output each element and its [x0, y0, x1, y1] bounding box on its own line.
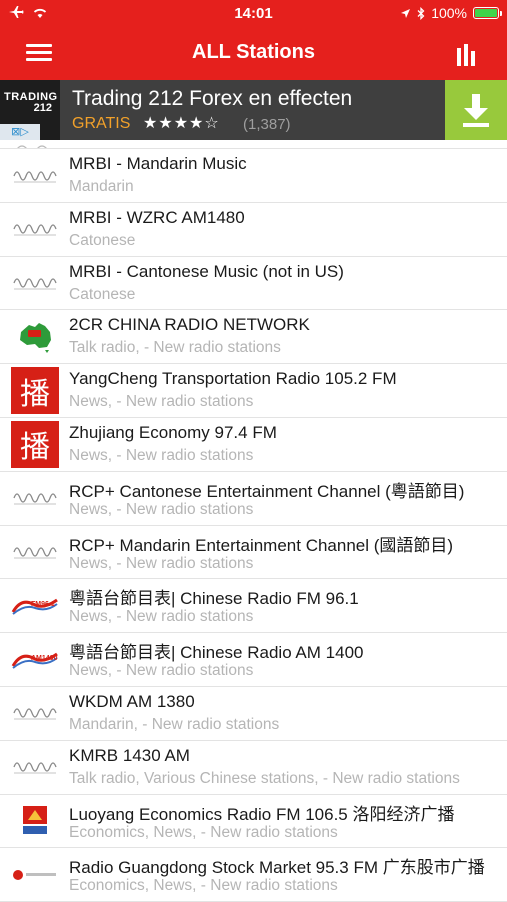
station-row[interactable]: AM1400 粵語台節目表| Chinese Radio AM 1400 News,…: [0, 633, 507, 687]
station-genre: News, - New radio stations: [69, 608, 254, 626]
station-rows: MRBI - Mandarin Music Mandarin MRBI - WZRC…: [0, 149, 507, 902]
station-genre: Talk radio, - New radio stations: [69, 339, 281, 357]
station-wave-logo: [13, 278, 57, 290]
station-genre: Economics, News, - New radio stations: [69, 823, 338, 841]
station-row[interactable]: KMRB 1430 AM Talk radio, Various Chinese …: [0, 741, 507, 795]
station-logo: [11, 260, 59, 307]
station-row[interactable]: RCP+ Mandarin Entertainment Channel (國語節…: [0, 526, 507, 580]
station-genre: Catonese: [69, 231, 136, 249]
status-bar: 14:01 100%: [0, 0, 507, 28]
station-genre: Talk radio, Various Chinese stations, - …: [69, 769, 460, 787]
ad-rating-stars: ★★★★☆: [143, 115, 220, 132]
station-logo-char: 播: [11, 367, 59, 415]
download-button[interactable]: [445, 80, 507, 140]
station-fm-logo: FM96.1: [11, 598, 58, 615]
station-logo: [11, 851, 59, 898]
station-genre: News, - New radio stations: [69, 393, 254, 411]
ad-review-count: (1,387): [243, 116, 291, 133]
station-logo: [11, 475, 59, 522]
station-wave-logo: [13, 224, 57, 236]
station-logo-char: 播: [11, 420, 59, 468]
station-name: Luoyang Economics Radio FM 106.5 洛阳经济广播: [69, 804, 455, 824]
status-right: 100%: [400, 5, 502, 21]
station-logo: [11, 744, 59, 791]
station-row[interactable]: MRBI - WZRC AM1480 Catonese: [0, 203, 507, 257]
station-fm-logo: AM1400: [11, 652, 58, 669]
station-row[interactable]: WKDM AM 1380 Mandarin, - New radio statio…: [0, 687, 507, 741]
battery-percent: 100%: [431, 5, 467, 21]
station-name: 2CR CHINA RADIO NETWORK: [69, 315, 310, 335]
ad-title: Trading 212 Forex en effecten: [72, 87, 353, 110]
station-genre: News, - New radio stations: [69, 500, 254, 518]
station-logo: 播: [11, 420, 59, 468]
ad-logo-line2: 212: [33, 102, 52, 114]
battery-icon: [473, 7, 502, 19]
station-genre: Mandarin: [69, 178, 134, 195]
station-logo: [11, 313, 59, 360]
station-name: MRBI - WZRC AM1480: [69, 207, 245, 227]
station-genre: Catonese: [69, 285, 136, 303]
station-name: KMRB 1430 AM: [69, 745, 190, 765]
ad-banner[interactable]: TRADING 212 ⊠▷ Trading 212 Forex en effe…: [0, 80, 507, 140]
nav-bar: ALL Stations: [0, 28, 507, 80]
bluetooth-icon: [417, 6, 425, 20]
station-fm-logo-text: FM96.1: [31, 601, 55, 608]
station-guangdong-logo: [13, 869, 56, 880]
battery-fill: [475, 9, 497, 17]
station-row[interactable]: Radio Guangdong Stock Market 95.3 FM 广东股…: [0, 848, 507, 902]
list-item-partial[interactable]: [0, 140, 507, 149]
page-title: ALL Stations: [192, 41, 315, 63]
station-fm-logo-text: AM1400: [31, 655, 58, 662]
station-row[interactable]: RCP+ Cantonese Entertainment Channel (粵語…: [0, 472, 507, 526]
station-wave-logo: [13, 708, 57, 720]
station-logo: [11, 798, 59, 845]
station-logo: AM1400: [11, 636, 59, 683]
station-name: RCP+ Mandarin Entertainment Channel (國語節…: [69, 535, 454, 555]
station-wave-logo: [13, 170, 57, 182]
station-genre: News, - New radio stations: [69, 554, 254, 572]
station-name: WKDM AM 1380: [69, 691, 195, 711]
station-name: YangCheng Transportation Radio 105.2 FM: [69, 369, 397, 389]
station-row[interactable]: MRBI - Mandarin Music Mandarin: [0, 149, 507, 203]
station-name: 粵語台節目表| Chinese Radio AM 1400: [69, 643, 364, 663]
top-bar: 14:01 100% ALL Stations: [0, 0, 507, 80]
station-name: Radio Guangdong Stock Market 95.3 FM 广东股…: [69, 858, 485, 878]
station-row[interactable]: 播 YangCheng Transportation Radio 105.2 FM…: [0, 364, 507, 418]
station-wave-logo: [13, 762, 57, 774]
station-row[interactable]: 播 Zhujiang Economy 97.4 FM News, - New rad…: [0, 418, 507, 472]
station-logo: FM96.1: [11, 582, 59, 629]
station-name: Zhujiang Economy 97.4 FM: [69, 422, 277, 442]
station-genre: News, - New radio stations: [69, 662, 254, 680]
adchoices-icon[interactable]: ⊠▷: [0, 124, 40, 140]
station-genre: Economics, News, - New radio stations: [69, 877, 338, 895]
station-genre: News, - New radio stations: [69, 446, 254, 464]
station-luoyang-logo: [23, 806, 47, 835]
station-wave-logo: [13, 493, 57, 505]
station-name: 粵語台節目表| Chinese Radio FM 96.1: [69, 589, 359, 609]
station-name: RCP+ Cantonese Entertainment Channel (粵語…: [69, 481, 465, 501]
station-logo: 播: [11, 367, 59, 415]
station-list: MRBI - Mandarin Music Mandarin MRBI - WZRC…: [0, 140, 507, 902]
station-logo: [11, 206, 59, 253]
station-logo: [11, 690, 59, 737]
station-name: MRBI - Mandarin Music: [69, 154, 247, 173]
station-row[interactable]: Luoyang Economics Radio FM 106.5 洛阳经济广播 E…: [0, 795, 507, 849]
station-genre: Mandarin, - New radio stations: [69, 715, 280, 733]
station-australia-logo: [20, 322, 51, 353]
station-logo: [11, 529, 59, 576]
location-arrow-icon: [401, 8, 411, 18]
station-name: MRBI - Cantonese Music (not in US): [69, 261, 344, 281]
download-arrow-icon: [463, 94, 489, 127]
station-wave-logo: [13, 547, 57, 559]
station-row[interactable]: FM96.1 粵語台節目表| Chinese Radio FM 96.1 News,…: [0, 579, 507, 634]
ad-price: GRATIS: [72, 115, 131, 132]
station-row[interactable]: MRBI - Cantonese Music (not in US) Catone…: [0, 257, 507, 311]
station-row[interactable]: 2CR CHINA RADIO NETWORK Talk radio, - New…: [0, 310, 507, 365]
equalizer-bars-icon[interactable]: [457, 44, 479, 66]
station-logo: [11, 152, 59, 199]
